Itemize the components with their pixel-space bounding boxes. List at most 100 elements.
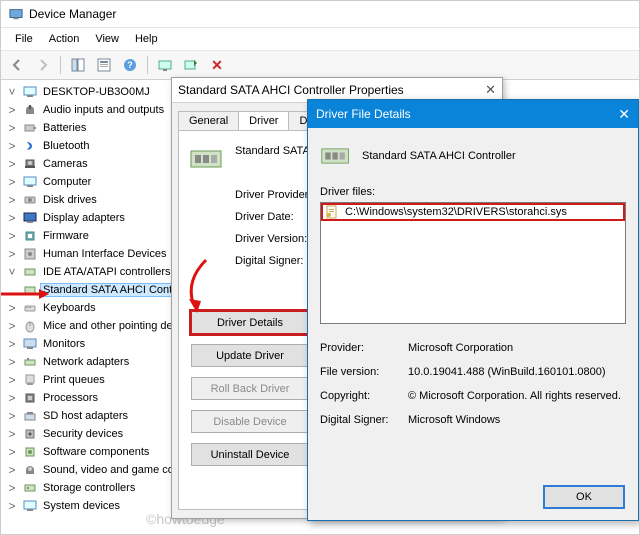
properties-title: Standard SATA AHCI Controller Properties: [178, 83, 404, 97]
help-button[interactable]: ?: [118, 53, 142, 77]
driver-file-path: C:\Windows\system32\DRIVERS\storahci.sys: [345, 206, 567, 218]
driver-files-list[interactable]: C:\Windows\system32\DRIVERS\storahci.sys: [320, 202, 626, 324]
category-icon: [22, 336, 38, 352]
value-signer: Microsoft Windows: [408, 414, 626, 426]
close-icon[interactable]: ✕: [618, 106, 630, 123]
disable-device-button[interactable]: Disable Device: [191, 410, 309, 433]
expand-icon[interactable]: >: [5, 176, 19, 188]
tree-item-label: Audio inputs and outputs: [41, 104, 166, 116]
expand-icon[interactable]: >: [5, 104, 19, 116]
uninstall-device-button[interactable]: Uninstall Device: [191, 443, 309, 466]
category-icon: [22, 318, 38, 334]
update-driver-button[interactable]: [179, 53, 203, 77]
expand-icon[interactable]: >: [5, 194, 19, 206]
file-icon: [325, 205, 339, 219]
category-icon: [22, 480, 38, 496]
expand-icon[interactable]: >: [5, 446, 19, 458]
menu-view[interactable]: View: [87, 31, 127, 47]
toolbar-separator: [147, 56, 148, 74]
category-icon: [22, 426, 38, 442]
value-fileversion: 10.0.19041.488 (WinBuild.160101.0800): [408, 366, 626, 378]
forward-button[interactable]: [31, 53, 55, 77]
update-driver-button[interactable]: Update Driver: [191, 344, 309, 367]
tree-item-label: Firmware: [41, 230, 91, 242]
dialog-title: Driver File Details: [316, 107, 411, 121]
driver-file-details-dialog: Driver File Details ✕ Standard SATA AHCI…: [307, 99, 639, 521]
tree-item-label: Keyboards: [41, 302, 98, 314]
expand-icon[interactable]: >: [5, 158, 19, 170]
expand-icon[interactable]: ˅: [5, 266, 19, 278]
driver-details-button[interactable]: Driver Details: [191, 311, 309, 334]
value-provider: Microsoft Corporation: [408, 342, 626, 354]
device-name: Standard SATA AHCI Controller: [362, 150, 516, 162]
svg-text:?: ?: [127, 60, 133, 70]
tree-item-label: Human Interface Devices: [41, 248, 169, 260]
scan-hardware-button[interactable]: [153, 53, 177, 77]
back-button[interactable]: [5, 53, 29, 77]
label-fileversion: File version:: [320, 366, 408, 378]
menu-file[interactable]: File: [7, 31, 41, 47]
close-icon[interactable]: ✕: [485, 82, 496, 98]
roll-back-driver-button[interactable]: Roll Back Driver: [191, 377, 309, 400]
menu-action[interactable]: Action: [41, 31, 88, 47]
category-icon: [22, 192, 38, 208]
expand-icon[interactable]: >: [5, 302, 19, 314]
category-icon: [22, 408, 38, 424]
tree-item-label: Monitors: [41, 338, 87, 350]
category-icon: [22, 498, 38, 514]
expand-icon[interactable]: >: [5, 320, 19, 332]
tree-item-label: Software components: [41, 446, 151, 458]
window-title: Device Manager: [29, 7, 116, 21]
expand-icon[interactable]: >: [5, 140, 19, 152]
computer-icon: [22, 84, 38, 100]
category-icon: [22, 138, 38, 154]
expand-icon[interactable]: >: [5, 500, 19, 512]
expand-icon[interactable]: >: [5, 374, 19, 386]
menu-help[interactable]: Help: [127, 31, 166, 47]
expand-icon[interactable]: >: [5, 212, 19, 224]
expand-icon[interactable]: >: [5, 248, 19, 260]
tree-item-label: Cameras: [41, 158, 90, 170]
category-icon: [22, 264, 38, 280]
category-icon: [22, 462, 38, 478]
value-copyright: © Microsoft Corporation. All rights rese…: [408, 390, 626, 402]
expand-icon[interactable]: >: [5, 410, 19, 422]
expand-icon[interactable]: >: [5, 428, 19, 440]
properties-button[interactable]: [92, 53, 116, 77]
tree-item-label: Batteries: [41, 122, 88, 134]
toolbar: ? ✕: [1, 51, 639, 80]
expand-icon[interactable]: >: [5, 392, 19, 404]
show-hide-tree-button[interactable]: [66, 53, 90, 77]
ok-button[interactable]: OK: [544, 486, 624, 508]
driver-files-label: Driver files:: [320, 186, 626, 198]
tree-item-label: Disk drives: [41, 194, 99, 206]
expand-icon[interactable]: >: [5, 464, 19, 476]
expand-icon[interactable]: >: [5, 338, 19, 350]
uninstall-device-button[interactable]: ✕: [205, 53, 229, 77]
expand-icon[interactable]: >: [5, 230, 19, 242]
device-icon: [189, 141, 225, 177]
category-icon: [22, 300, 38, 316]
label-signer: Digital Signer:: [320, 414, 408, 426]
tree-item-label: Storage controllers: [41, 482, 137, 494]
driver-file-item[interactable]: C:\Windows\system32\DRIVERS\storahci.sys: [321, 203, 625, 221]
toolbar-separator: [60, 56, 61, 74]
device-icon: [320, 140, 352, 172]
category-icon: [22, 444, 38, 460]
expand-icon[interactable]: >: [5, 482, 19, 494]
tree-item-label: Network adapters: [41, 356, 131, 368]
category-icon: [22, 102, 38, 118]
category-icon: [22, 156, 38, 172]
label-provider: Provider:: [320, 342, 408, 354]
tab-general[interactable]: General: [178, 111, 239, 130]
app-icon: [9, 7, 23, 21]
tree-item-label: Processors: [41, 392, 100, 404]
expand-icon[interactable]: >: [5, 356, 19, 368]
tab-driver[interactable]: Driver: [238, 111, 289, 130]
tree-root-label: DESKTOP-UB3O0MJ: [41, 86, 152, 98]
collapse-icon[interactable]: ˅: [5, 86, 19, 98]
expand-icon[interactable]: >: [5, 122, 19, 134]
tree-item-label: Security devices: [41, 428, 125, 440]
category-icon: [22, 372, 38, 388]
category-icon: [22, 354, 38, 370]
